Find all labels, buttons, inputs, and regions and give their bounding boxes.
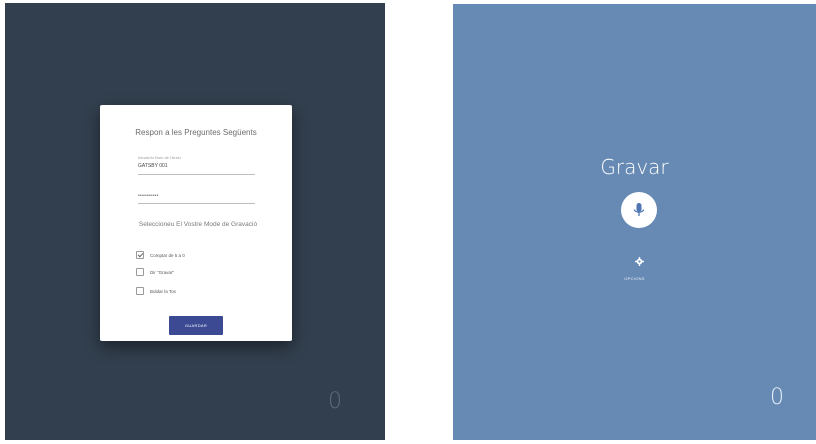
option-cough-label: Boldar la Tos	[150, 288, 176, 294]
mode-prompt: Seleccioneu El Vostre Mode de Gravació	[138, 221, 258, 228]
dialog-title: Respon a les Preguntes Següents	[135, 128, 257, 137]
filename-field[interactable]: GATSBY 001	[138, 163, 168, 169]
checkbox-count-down[interactable]	[136, 251, 144, 259]
option-cough[interactable]: Boldar la Tos	[136, 286, 176, 296]
questions-dialog: Respon a les Preguntes Següents Introduï…	[100, 105, 292, 341]
record-screen: Gravar OPCIONS 0	[453, 4, 816, 440]
option-say-record[interactable]: Dir "Gravar"	[136, 267, 174, 277]
record-button[interactable]	[621, 192, 657, 228]
option-count-down-label: Comptar de 5 a 0	[150, 252, 185, 258]
settings-label[interactable]: OPCIONS	[453, 276, 816, 281]
save-button[interactable]: GUARDAR	[169, 316, 223, 335]
password-field[interactable]: ••••••••••	[138, 193, 159, 199]
password-field-underline	[138, 203, 255, 204]
checkbox-say-record[interactable]	[136, 268, 144, 276]
left-counter: 0	[328, 389, 342, 414]
record-title: Gravar	[600, 155, 669, 179]
microphone-icon	[633, 203, 645, 216]
filename-field-underline	[138, 174, 255, 175]
option-say-record-label: Dir "Gravar"	[150, 269, 174, 275]
filename-field-label: Introduïu Nom de l'Arxiu	[138, 155, 181, 160]
checkbox-cough[interactable]	[136, 287, 144, 295]
right-counter: 0	[770, 385, 784, 410]
form-screen: Respon a les Preguntes Següents Introduï…	[5, 3, 385, 440]
gear-icon[interactable]	[635, 257, 644, 266]
option-count-down[interactable]: Comptar de 5 a 0	[136, 250, 185, 260]
